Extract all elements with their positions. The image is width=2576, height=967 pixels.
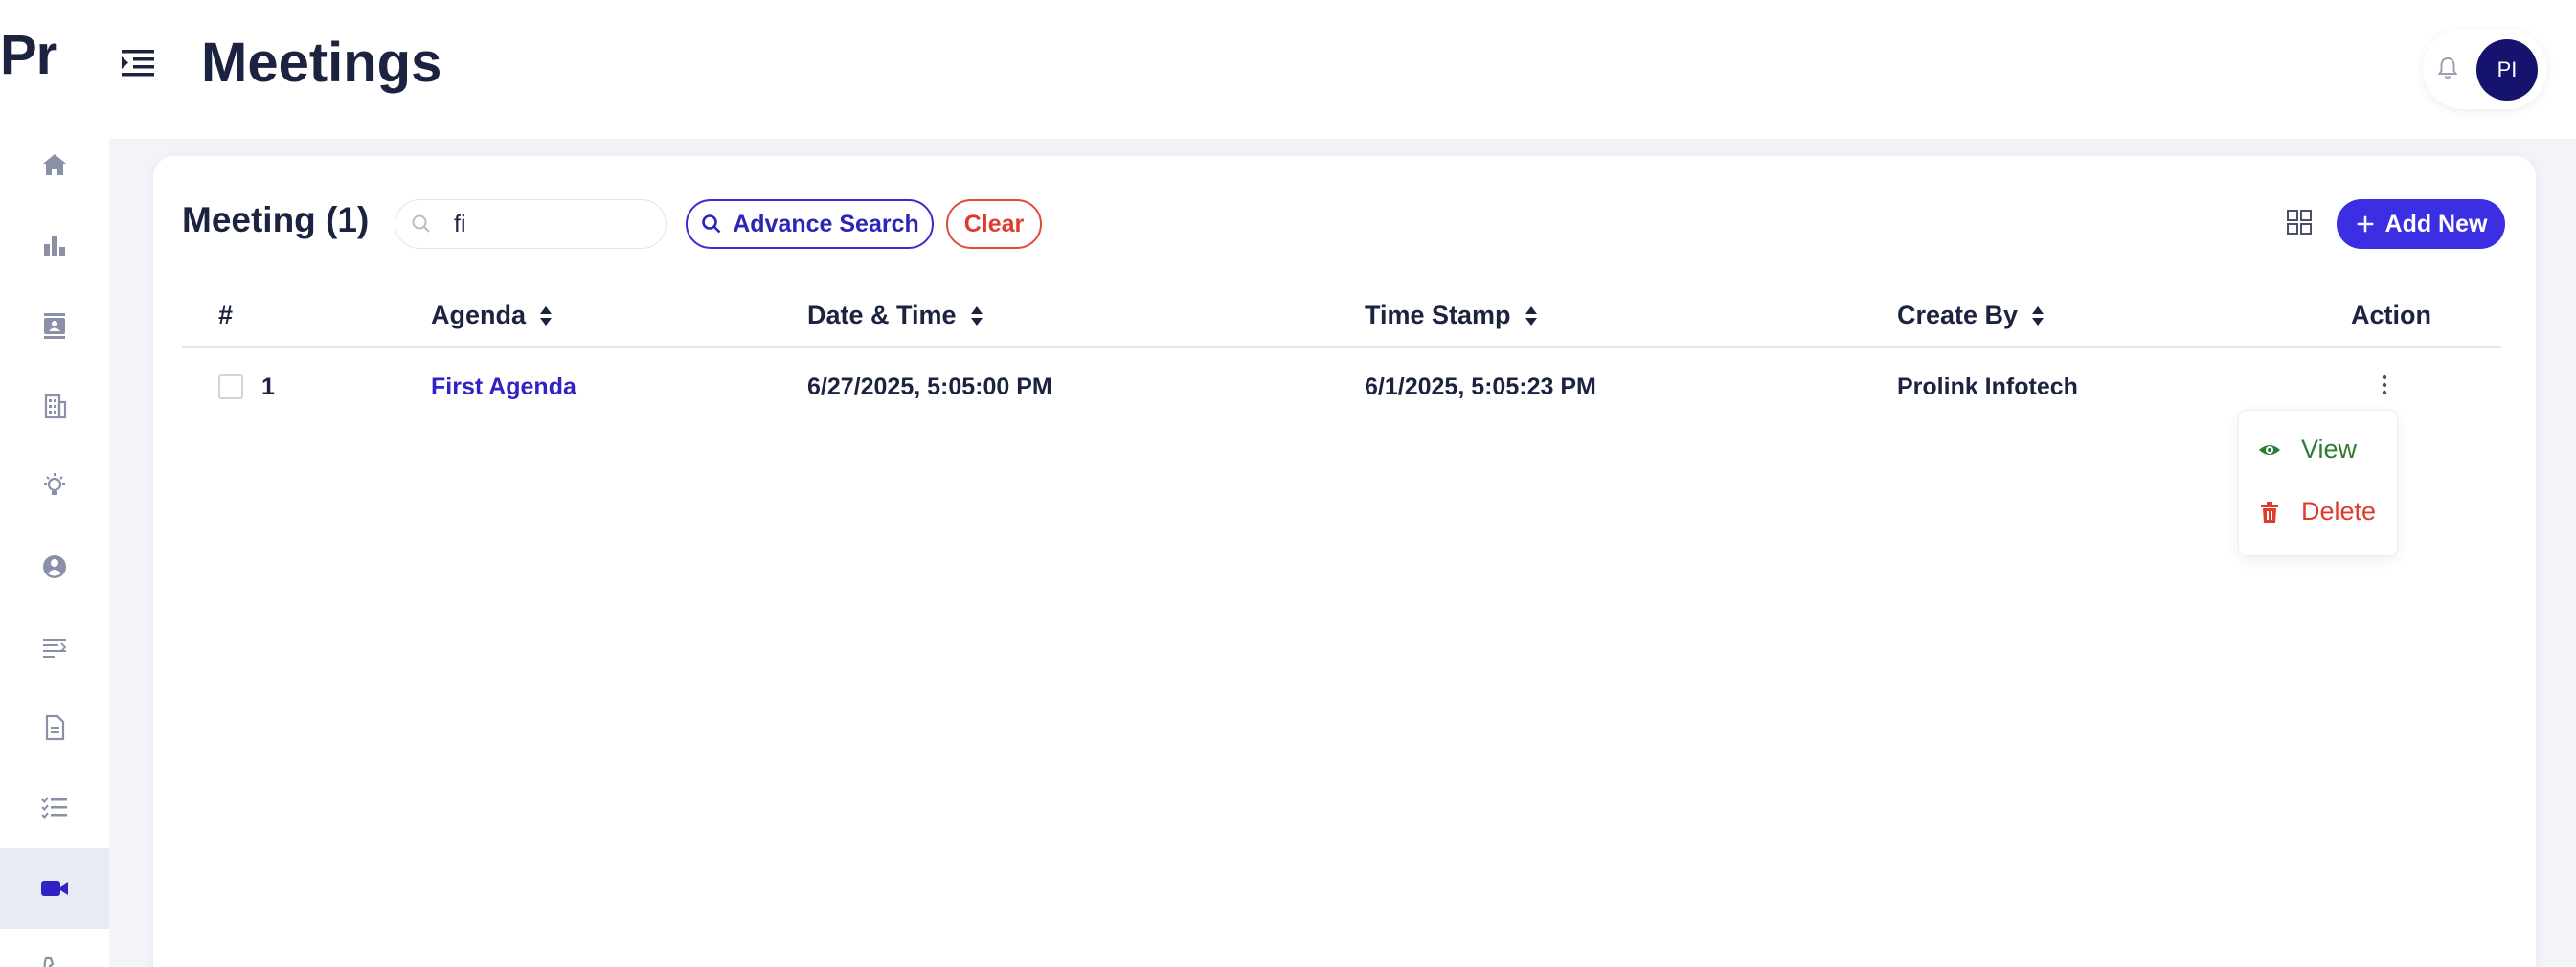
search-input[interactable] xyxy=(454,202,655,246)
table-header-divider xyxy=(182,346,2501,348)
sidebar-item-notes[interactable] xyxy=(0,607,109,687)
column-header-create-by[interactable]: Create By xyxy=(1897,301,2045,330)
sidebar-item-companies[interactable] xyxy=(0,366,109,446)
column-header-number: # xyxy=(218,301,234,329)
checklist-icon xyxy=(41,797,67,820)
grid-view-icon[interactable] xyxy=(2285,208,2314,236)
sidebar-item-contacts[interactable] xyxy=(0,285,109,366)
sidebar-item-reports[interactable] xyxy=(0,205,109,285)
page-title: Meetings xyxy=(201,32,442,94)
sidebar-item-documents[interactable] xyxy=(0,687,109,768)
trash-icon xyxy=(2261,501,2278,523)
list-title: Meeting (1) xyxy=(182,200,370,239)
action-menu xyxy=(2238,410,2398,556)
column-header-date-time[interactable]: Date & Time xyxy=(807,301,983,330)
sidebar-item-tasks[interactable] xyxy=(0,768,109,848)
sort-icon xyxy=(540,305,553,326)
building-icon xyxy=(44,394,67,419)
contacts-icon xyxy=(44,313,65,339)
column-header-time-stamp[interactable]: Time Stamp xyxy=(1365,301,1538,330)
sidebar-item-meetings[interactable] xyxy=(0,848,109,929)
document-icon xyxy=(45,714,65,741)
menu-item-view[interactable]: View xyxy=(2257,435,2357,464)
sidebar-item-users[interactable] xyxy=(0,527,109,607)
sidebar-item-calls[interactable] xyxy=(0,929,109,967)
user-circle-icon xyxy=(43,555,66,578)
search-icon xyxy=(702,214,721,234)
sidebar-item-home[interactable] xyxy=(0,124,109,205)
plus-icon xyxy=(2357,215,2373,233)
bell-icon[interactable] xyxy=(2433,54,2462,82)
eye-icon xyxy=(2259,444,2280,455)
menu-item-delete-label: Delete xyxy=(2301,497,2377,526)
phone-icon xyxy=(43,956,55,967)
menu-item-view-label: View xyxy=(2301,435,2358,463)
lightbulb-icon xyxy=(44,473,65,495)
bar-chart-icon xyxy=(44,236,65,256)
menu-toggle-icon[interactable] xyxy=(117,42,159,84)
column-header-action: Action xyxy=(2351,301,2431,329)
row-time-stamp: 6/1/2025, 5:05:23 PM xyxy=(1365,373,1596,400)
sidebar-item-ideas[interactable] xyxy=(0,446,109,527)
sort-icon xyxy=(2032,305,2045,326)
add-new-button[interactable]: Add New xyxy=(2337,199,2505,249)
agenda-link[interactable]: First Agenda xyxy=(431,373,576,401)
advance-search-label: Advance Search xyxy=(733,210,919,237)
menu-item-delete[interactable]: Delete xyxy=(2257,497,2376,527)
row-date-time: 6/27/2025, 5:05:00 PM xyxy=(807,373,1052,400)
sort-icon xyxy=(1525,305,1537,326)
row-number: 1 xyxy=(261,373,275,400)
more-actions-icon[interactable] xyxy=(2373,370,2396,400)
app-logo[interactable]: Pr xyxy=(0,23,57,87)
clear-button[interactable]: Clear xyxy=(946,199,1042,249)
search-icon xyxy=(410,213,433,236)
home-icon xyxy=(43,154,66,175)
meetings-card xyxy=(153,156,2536,967)
user-avatar[interactable]: PI xyxy=(2476,39,2538,101)
video-camera-icon xyxy=(41,881,68,896)
text-list-icon xyxy=(43,639,67,658)
row-create-by: Prolink Infotech xyxy=(1897,373,2078,400)
column-header-agenda[interactable]: Agenda xyxy=(431,301,553,330)
add-new-label: Add New xyxy=(2384,210,2488,237)
advance-search-button[interactable]: Advance Search xyxy=(686,199,934,249)
row-checkbox[interactable] xyxy=(218,374,243,399)
sort-icon xyxy=(970,305,983,326)
clear-label: Clear xyxy=(963,210,1025,237)
